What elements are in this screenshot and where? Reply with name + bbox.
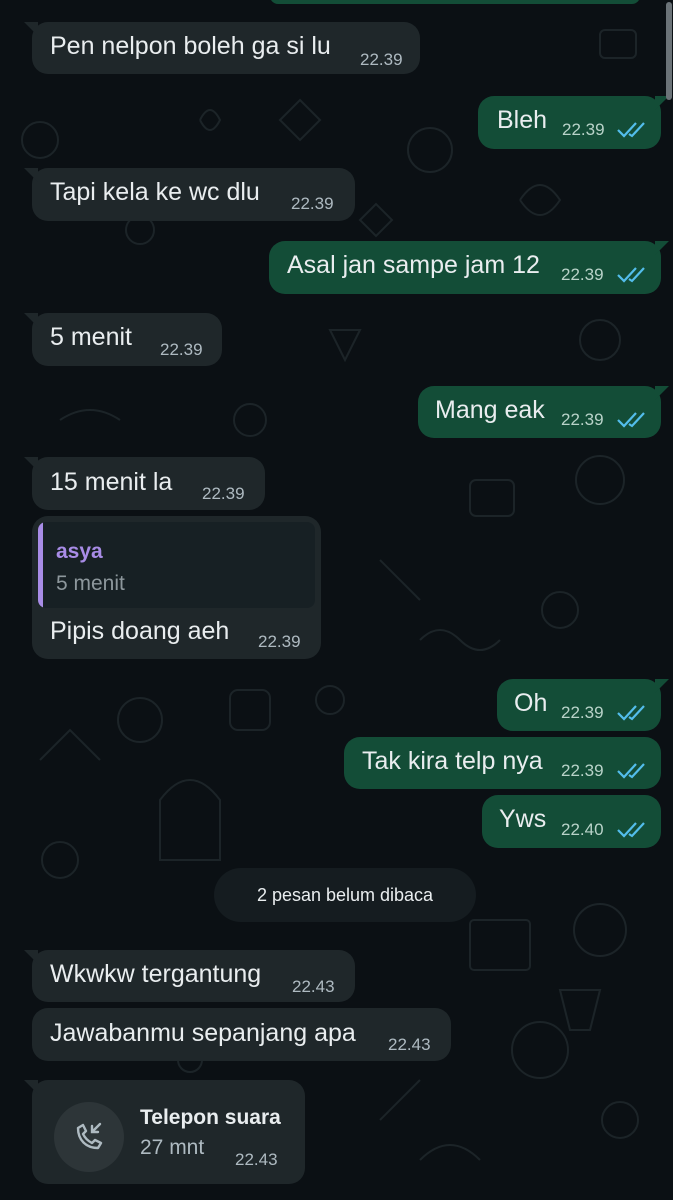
quoted-message[interactable]: asya 5 menit: [38, 522, 315, 608]
quote-text: 5 menit: [56, 572, 125, 595]
message-time: 22.43: [235, 1150, 278, 1169]
read-ticks-icon: [617, 412, 645, 428]
message-time: 22.40: [561, 820, 604, 839]
message-text: Pen nelpon boleh ga si lu: [50, 32, 331, 60]
outgoing-message[interactable]: Mang eak 22.39: [418, 386, 669, 438]
read-ticks-icon: [617, 122, 645, 138]
incoming-message[interactable]: Jawabanmu sepanjang apa 22.43: [32, 1008, 451, 1061]
message-text: Oh: [514, 689, 548, 717]
message-text: Jawabanmu sepanjang apa: [50, 1019, 356, 1047]
message-text: Pipis doang aeh: [50, 617, 230, 645]
message-text: Yws: [499, 805, 547, 833]
message-time: 22.43: [292, 977, 335, 996]
incoming-call-icon: [76, 1122, 103, 1150]
call-title: Telepon suara: [140, 1106, 281, 1129]
outgoing-message[interactable]: Bleh 22.39: [478, 96, 669, 149]
message-text: Tak kira telp nya: [362, 747, 543, 775]
quote-sender-name: asya: [56, 540, 103, 563]
outgoing-message[interactable]: Tak kira telp nya 22.39: [344, 737, 661, 789]
message-time: 22.43: [388, 1035, 431, 1054]
message-time: 22.39: [561, 703, 604, 722]
message-time: 22.39: [561, 265, 604, 284]
message-time: 22.39: [160, 340, 203, 359]
read-ticks-icon: [617, 822, 645, 838]
message-text: Asal jan sampe jam 12: [287, 251, 540, 279]
outgoing-message[interactable]: Asal jan sampe jam 12 22.39: [269, 241, 669, 294]
scrollbar-thumb[interactable]: [666, 2, 672, 100]
read-ticks-icon: [617, 267, 645, 283]
incoming-message[interactable]: Wkwkw tergantung 22.43: [24, 950, 355, 1002]
message-text: Bleh: [497, 106, 548, 134]
unread-messages-banner: 2 pesan belum dibaca: [214, 868, 476, 922]
message-time: 22.39: [562, 120, 605, 139]
quote-accent-bar: [38, 522, 43, 608]
outgoing-message[interactable]: Oh 22.39: [497, 679, 669, 731]
message-text: 5 menit: [50, 323, 132, 351]
incoming-reply-message[interactable]: asya 5 menit Pipis doang aeh 22.39: [32, 516, 321, 659]
incoming-message[interactable]: 15 menit la 22.39: [24, 457, 265, 510]
incoming-message[interactable]: Tapi kela ke wc dlu 22.39: [24, 168, 355, 221]
message-time: 22.39: [291, 194, 334, 213]
message-time: 22.39: [561, 410, 604, 429]
message-time: 22.39: [202, 484, 245, 503]
message-text: Wkwkw tergantung: [50, 960, 262, 988]
read-ticks-icon: [617, 763, 645, 779]
message-time: 22.39: [360, 50, 403, 69]
read-ticks-icon: [617, 705, 645, 721]
incoming-message[interactable]: 5 menit 22.39: [24, 313, 222, 366]
outgoing-message[interactable]: Yws 22.40: [482, 795, 661, 848]
incoming-message[interactable]: Pen nelpon boleh ga si lu 22.39: [24, 22, 420, 74]
message-time: 22.39: [258, 632, 301, 651]
message-time: 22.39: [561, 761, 604, 780]
call-icon-circle: [54, 1102, 124, 1172]
message-text: 15 menit la: [50, 468, 173, 496]
voice-call-card[interactable]: Telepon suara 27 mnt 22.43: [24, 1080, 305, 1184]
call-duration: 27 mnt: [140, 1136, 205, 1159]
message-list[interactable]: Pen nelpon boleh ga si lu 22.39 Bleh 22.…: [0, 0, 673, 1200]
message-text: Mang eak: [435, 396, 545, 424]
message-text: Tapi kela ke wc dlu: [50, 178, 260, 206]
